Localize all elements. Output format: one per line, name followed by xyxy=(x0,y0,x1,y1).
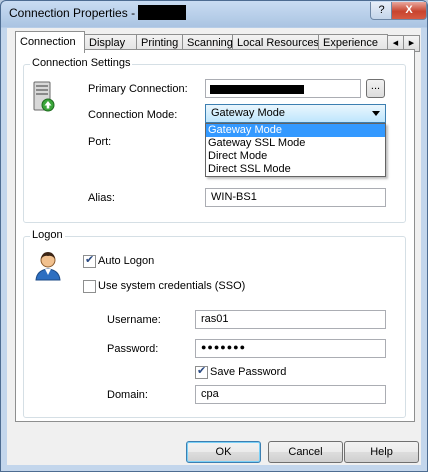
domain-input[interactable]: cpa xyxy=(195,385,386,404)
connection-mode-select[interactable]: Gateway Mode xyxy=(205,104,386,123)
logon-group: Logon Auto Logon Use system credentials … xyxy=(23,229,406,418)
option-direct-mode[interactable]: Direct Mode xyxy=(206,150,385,163)
redacted-title-part xyxy=(138,5,186,20)
save-password-checkbox[interactable] xyxy=(195,364,208,379)
primary-connection-input[interactable] xyxy=(205,79,361,98)
password-input[interactable]: ●●●●●●● xyxy=(195,339,386,358)
alias-label: Alias: xyxy=(88,192,115,204)
dialog-window: Connection Properties - ? X Connection D… xyxy=(0,0,428,472)
help-button[interactable]: Help xyxy=(344,441,419,463)
connection-mode-dropdown: Gateway Mode Gateway SSL Mode Direct Mod… xyxy=(205,123,386,177)
username-input[interactable]: ras01 xyxy=(195,310,386,329)
sso-checkbox[interactable] xyxy=(83,280,96,293)
computer-icon xyxy=(33,81,55,112)
auto-logon-label[interactable]: Auto Logon xyxy=(98,255,154,267)
password-label: Password: xyxy=(107,343,159,355)
dialog-client: Connection Display Printing Scanning Loc… xyxy=(7,28,421,465)
primary-connection-label: Primary Connection: xyxy=(88,83,188,95)
option-gateway-ssl-mode[interactable]: Gateway SSL Mode xyxy=(206,137,385,150)
browse-button[interactable]: ... xyxy=(366,79,385,98)
logon-title: Logon xyxy=(30,229,65,241)
chevron-down-icon xyxy=(372,111,380,116)
username-label: Username: xyxy=(107,314,161,326)
window-title: Connection Properties - xyxy=(9,6,136,20)
tab-connection[interactable]: Connection xyxy=(15,31,85,53)
ok-button[interactable]: OK xyxy=(186,441,261,463)
connection-mode-label: Connection Mode: xyxy=(88,109,178,121)
sso-label[interactable]: Use system credentials (SSO) xyxy=(98,280,245,292)
connection-settings-group: Connection Settings Primary Connection: … xyxy=(23,57,406,223)
title-bar[interactable]: Connection Properties - ? X xyxy=(1,1,427,27)
port-label: Port: xyxy=(88,136,112,148)
cancel-button[interactable]: Cancel xyxy=(268,441,343,463)
user-icon xyxy=(35,252,61,281)
title-close-button[interactable]: X xyxy=(391,2,427,20)
option-direct-ssl-mode[interactable]: Direct SSL Mode xyxy=(206,163,385,176)
connection-settings-title: Connection Settings xyxy=(30,57,133,69)
title-help-button[interactable]: ? xyxy=(370,2,393,20)
alias-input[interactable]: WIN-BS1 xyxy=(205,188,386,207)
save-password-label[interactable]: Save Password xyxy=(210,366,286,378)
auto-logon-checkbox[interactable] xyxy=(83,253,96,268)
connection-mode-selected: Gateway Mode xyxy=(211,107,285,119)
domain-label: Domain: xyxy=(107,389,148,401)
tab-page-connection: Connection Settings Primary Connection: … xyxy=(15,49,415,422)
option-gateway-mode[interactable]: Gateway Mode xyxy=(206,124,385,137)
redacted-value xyxy=(210,85,304,94)
